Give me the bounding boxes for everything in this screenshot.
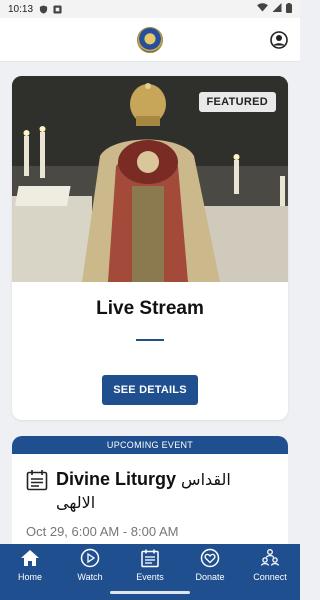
people-icon bbox=[260, 548, 280, 568]
upcoming-event-header: UPCOMING EVENT bbox=[12, 436, 288, 454]
battery-icon bbox=[286, 2, 292, 16]
nav-connect[interactable]: Connect bbox=[240, 544, 300, 600]
nav-home[interactable]: Home bbox=[0, 544, 60, 600]
home-indicator[interactable] bbox=[110, 591, 190, 594]
play-circle-icon bbox=[80, 548, 100, 568]
account-circle-icon[interactable] bbox=[270, 31, 288, 49]
heart-icon bbox=[200, 548, 220, 568]
featured-title: Live Stream bbox=[96, 298, 204, 319]
featured-card[interactable]: FEATURED Live Stream SEE DETAILS bbox=[12, 76, 288, 420]
wifi-icon bbox=[257, 3, 268, 15]
home-icon bbox=[20, 548, 40, 568]
app-header bbox=[0, 18, 300, 62]
nav-watch-label: Watch bbox=[77, 572, 103, 582]
title-underline bbox=[136, 339, 164, 341]
event-title-en: Divine Liturgy bbox=[56, 469, 177, 489]
nav-donate-label: Donate bbox=[195, 572, 225, 582]
status-time: 10:13 bbox=[8, 3, 34, 15]
event-title: Divine Liturgy القداس الالهى bbox=[56, 468, 274, 514]
calendar-icon bbox=[26, 469, 48, 491]
nav-home-label: Home bbox=[17, 572, 42, 582]
notification-icon bbox=[53, 4, 62, 14]
calendar-icon bbox=[140, 548, 160, 568]
church-logo-icon[interactable] bbox=[137, 26, 163, 53]
status-bar: 10:13 bbox=[0, 0, 300, 18]
nav-connect-label: Connect bbox=[253, 572, 287, 582]
event-time: Oct 29, 6:00 AM - 8:00 AM bbox=[26, 524, 179, 539]
featured-image: FEATURED bbox=[12, 76, 288, 282]
featured-badge: FEATURED bbox=[198, 92, 276, 112]
see-details-button[interactable]: SEE DETAILS bbox=[102, 375, 198, 405]
shield-icon bbox=[39, 4, 48, 14]
cell-signal-icon bbox=[272, 3, 282, 15]
nav-events-label: Events bbox=[136, 572, 164, 582]
